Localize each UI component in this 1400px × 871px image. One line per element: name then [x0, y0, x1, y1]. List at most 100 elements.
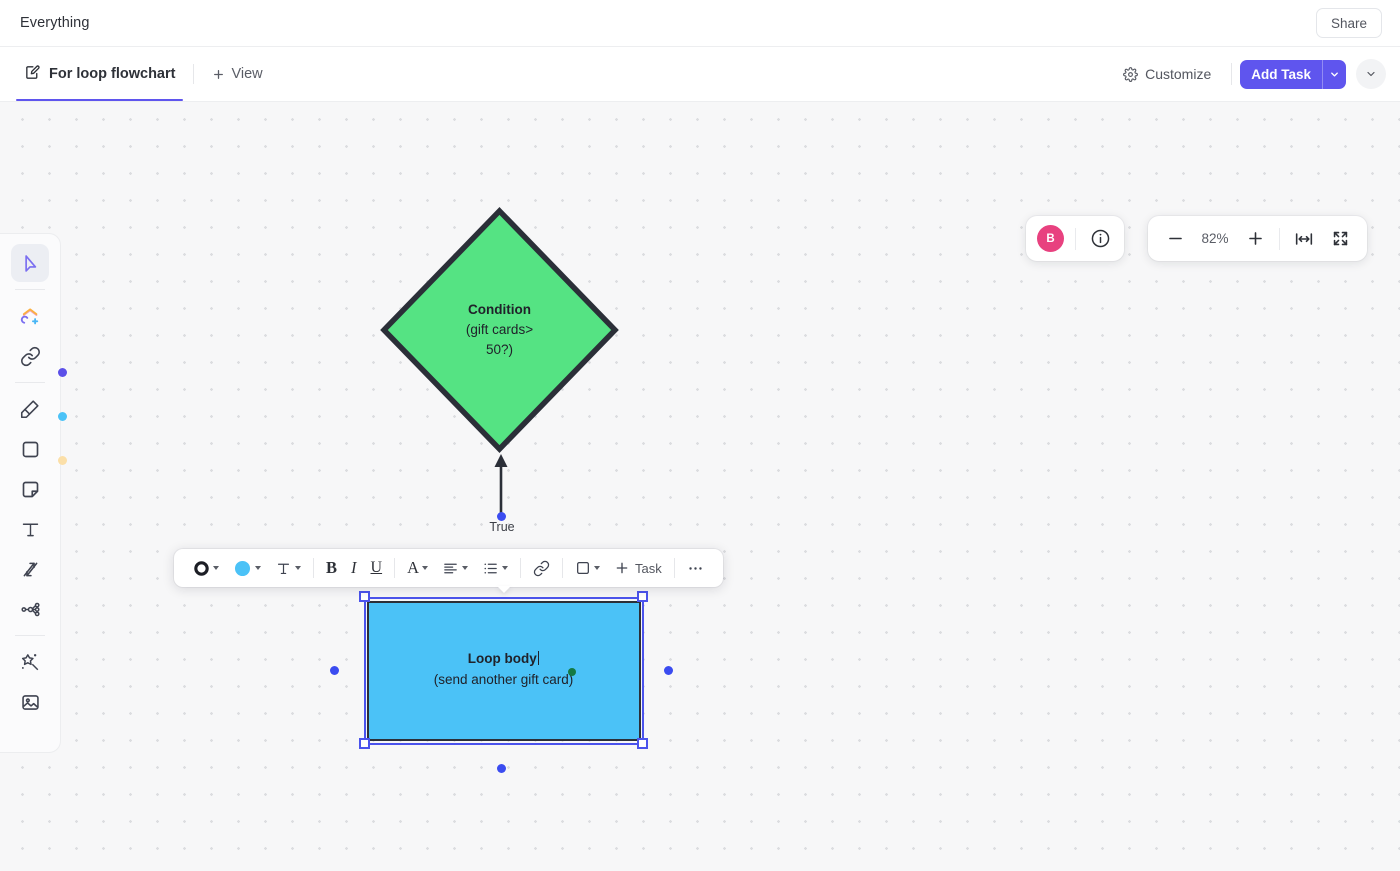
mindmap-tool[interactable]: [11, 590, 49, 628]
link-button[interactable]: [526, 553, 557, 583]
customize-label: Customize: [1145, 66, 1212, 82]
cursor-icon: [24, 254, 36, 272]
magic-wand-icon: [21, 654, 39, 671]
more-actions-button[interactable]: [1356, 59, 1386, 89]
link-icon: [533, 560, 550, 576]
workspace-title: Everything: [20, 15, 90, 31]
connection-port-bottom[interactable]: [497, 764, 506, 773]
chevron-down-icon: [1367, 71, 1375, 77]
fill-color-button[interactable]: [226, 553, 268, 583]
whiteboard-canvas[interactable]: Condition (gift cards> 50?) True Loop bo…: [0, 102, 1400, 871]
shape-format-toolbar: B I U A Task: [174, 549, 723, 587]
underline-icon: U: [370, 559, 383, 576]
tab-label: For loop flowchart: [49, 66, 176, 82]
font-t-icon: [277, 563, 290, 574]
avatar[interactable]: B: [1037, 225, 1064, 252]
rail-divider: [15, 289, 45, 290]
rail-divider: [15, 382, 45, 383]
resize-handle-top-right[interactable]: [637, 591, 648, 602]
chevron-down-icon: [462, 566, 468, 570]
ai-shapes-icon: [20, 307, 38, 324]
color-circle-icon: [234, 560, 251, 576]
minus-icon: [1168, 237, 1182, 240]
toolbar-divider: [313, 558, 314, 578]
zoom-in-button[interactable]: [1238, 222, 1272, 256]
toolbar-divider: [673, 558, 675, 578]
whiteboard-app: Everything Share For loop flowchart View: [0, 0, 1400, 871]
add-task-shape-button[interactable]: Task: [607, 553, 669, 583]
tab-list: For loop flowchart View: [16, 47, 271, 101]
connector-tool[interactable]: [11, 337, 49, 375]
gear-icon: [1123, 66, 1138, 82]
add-task-label: Add Task: [1251, 66, 1311, 82]
ai-shape-tool[interactable]: [11, 297, 49, 335]
fit-width-button[interactable]: [1287, 222, 1321, 256]
toolbar-divider: [562, 558, 563, 578]
bold-icon: B: [326, 558, 338, 577]
resize-handle-bottom-left[interactable]: [359, 738, 370, 749]
tab-for-loop-flowchart[interactable]: For loop flowchart: [16, 47, 184, 101]
selection-frame: [364, 597, 644, 745]
font-button[interactable]: [268, 553, 308, 583]
image-icon: [21, 694, 39, 710]
align-button[interactable]: [435, 553, 475, 583]
zoom-out-button[interactable]: [1158, 222, 1192, 256]
plus-icon: [214, 69, 224, 79]
tool-rail: [0, 233, 61, 753]
chevron-down-icon: [295, 566, 301, 570]
image-tool[interactable]: [11, 683, 49, 721]
add-view-button[interactable]: View: [204, 66, 270, 82]
frame-button[interactable]: [568, 553, 607, 583]
bold-button[interactable]: B: [319, 553, 344, 583]
chevron-down-icon: [594, 566, 600, 570]
hierarchy-icon: [20, 602, 40, 616]
sticky-note-icon: [22, 481, 38, 497]
chevron-down-icon: [422, 566, 428, 570]
view-tab-bar: For loop flowchart View Customize Add Ta…: [0, 47, 1400, 102]
italic-button[interactable]: I: [344, 553, 364, 583]
connection-port-left[interactable]: [330, 666, 339, 675]
fullscreen-icon: [1333, 231, 1347, 246]
condition-diamond[interactable]: Condition (gift cards> 50?): [379, 206, 620, 454]
more-options-button[interactable]: [680, 553, 711, 583]
tool-color-dot-blue: [58, 412, 67, 421]
sticky-note-tool[interactable]: [11, 470, 49, 508]
underline-button[interactable]: U: [364, 553, 390, 583]
loop-body-rectangle[interactable]: Loop body (send another gift card): [359, 591, 648, 749]
shape-tool[interactable]: [11, 430, 49, 468]
add-task-dropdown[interactable]: [1322, 59, 1346, 89]
info-button[interactable]: [1087, 226, 1113, 252]
magic-tool[interactable]: [11, 643, 49, 681]
connection-port-right[interactable]: [664, 666, 673, 675]
top-bar: Everything Share: [0, 0, 1400, 47]
resize-handle-top-left[interactable]: [359, 591, 370, 602]
list-button[interactable]: [475, 553, 515, 583]
add-task-button[interactable]: Add Task: [1240, 59, 1346, 89]
share-button[interactable]: Share: [1315, 8, 1382, 38]
line-tool[interactable]: [11, 550, 49, 588]
ellipsis-icon: [689, 566, 702, 570]
pill-divider: [1075, 227, 1076, 250]
rail-divider: [15, 635, 45, 636]
whiteboard-icon: [24, 64, 41, 85]
info-icon: [1091, 229, 1109, 248]
collaborators-pill: B: [1026, 216, 1124, 261]
select-tool[interactable]: [11, 244, 49, 282]
chevron-down-icon: [1331, 71, 1338, 77]
chevron-down-icon: [213, 566, 219, 570]
customize-button[interactable]: Customize: [1111, 66, 1223, 82]
zoom-level[interactable]: 82%: [1194, 231, 1236, 246]
add-view-label: View: [231, 66, 263, 82]
collaborator-cursor-dot: [568, 668, 576, 676]
shape-style-button[interactable]: [186, 553, 226, 583]
text-tool[interactable]: [11, 510, 49, 548]
fit-width-icon: [1295, 232, 1313, 245]
italic-icon: I: [351, 558, 357, 577]
text-color-button[interactable]: A: [400, 553, 435, 583]
fullscreen-button[interactable]: [1323, 222, 1357, 256]
square-icon: [22, 441, 38, 457]
resize-handle-bottom-right[interactable]: [637, 738, 648, 749]
square-outline-icon: [577, 562, 589, 574]
plus-icon: [1248, 232, 1262, 245]
marker-tool[interactable]: [11, 390, 49, 428]
